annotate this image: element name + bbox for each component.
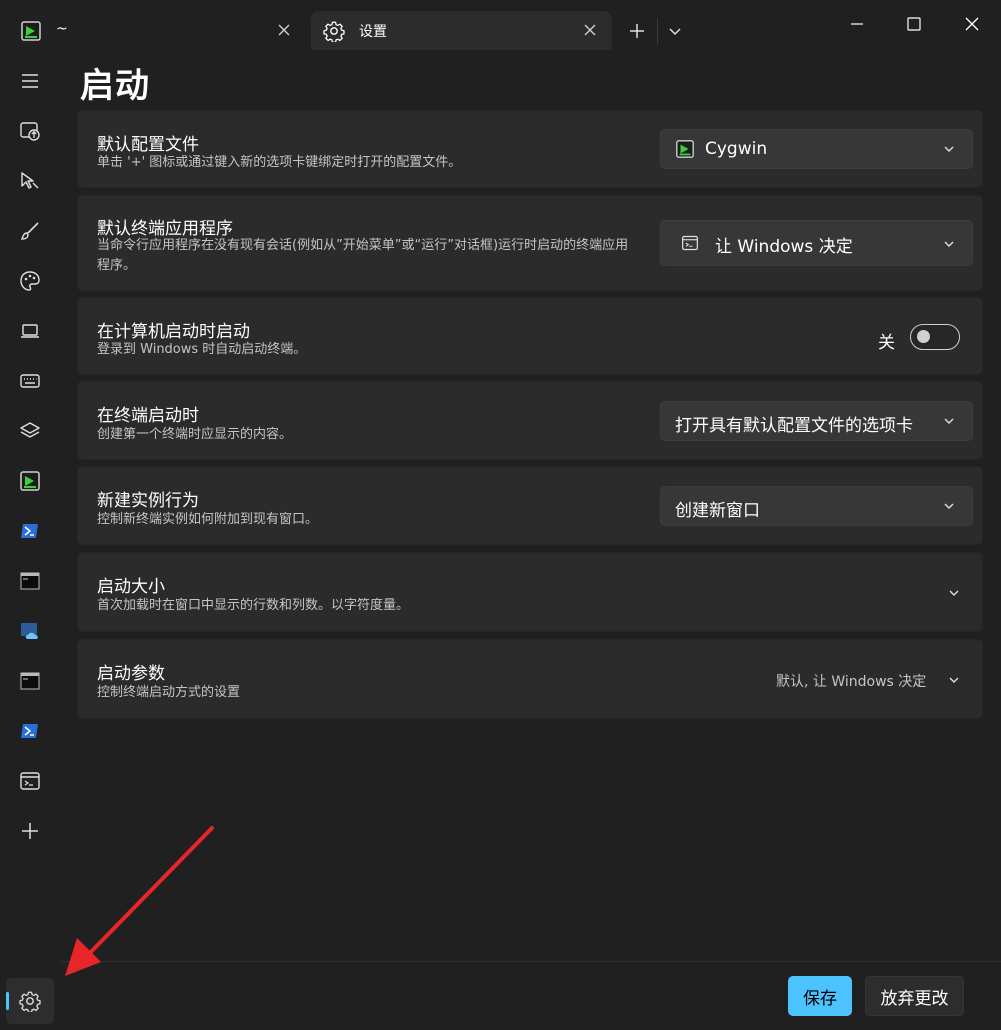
tab-settings[interactable]: 设置 <box>311 11 612 50</box>
setting-launch-parameters[interactable]: 启动参数 控制终端启动方式的设置 默认, 让 Windows 决定 <box>77 639 983 719</box>
setting-description: 首次加载时在窗口中显示的行数和列数。以字符度量。 <box>97 598 410 613</box>
terminal-window-icon <box>682 235 698 251</box>
powershell-icon <box>21 524 38 538</box>
cygwin-terminal-icon <box>676 140 694 158</box>
close-icon[interactable] <box>276 22 292 38</box>
command-prompt-icon <box>20 672 40 690</box>
setting-title: 在终端启动时 <box>97 406 199 426</box>
cygwin-terminal-icon <box>20 471 40 491</box>
setting-default-profile: 默认配置文件 单击 '+' 图标或通过键入新的选项卡键绑定时打开的配置文件。 C… <box>77 110 983 188</box>
nav-profile-cygwin[interactable] <box>6 460 54 502</box>
setting-title: 启动参数 <box>97 664 165 684</box>
dropdown-value: 让 Windows 决定 <box>715 237 853 257</box>
menu-icon <box>22 74 38 88</box>
window-close-icon[interactable] <box>960 12 984 36</box>
annotation-arrow-icon <box>65 826 214 976</box>
cygwin-terminal-icon <box>21 21 41 41</box>
dropdown-value: Cygwin <box>705 139 768 159</box>
startup-window-icon <box>20 122 40 141</box>
close-icon[interactable] <box>582 22 598 38</box>
chevron-down-icon <box>944 418 954 424</box>
gear-icon <box>323 21 345 42</box>
setting-description: 控制新终端实例如何附加到现有窗口。 <box>97 512 319 527</box>
nav-profile-azure-cloud-shell[interactable] <box>6 610 54 652</box>
chevron-down-icon <box>949 677 959 683</box>
hamburger-menu-icon[interactable] <box>6 60 54 102</box>
chevron-down-icon <box>944 503 954 509</box>
on-terminal-start-dropdown[interactable]: 打开具有默认配置文件的选项卡 <box>660 401 973 441</box>
divider <box>657 18 658 44</box>
nav-color-schemes[interactable] <box>6 260 54 302</box>
setting-launch-size[interactable]: 启动大小 首次加载时在窗口中显示的行数和列数。以字符度量。 <box>77 552 983 632</box>
keyboard-icon <box>20 374 40 388</box>
setting-title: 启动大小 <box>97 577 165 597</box>
setting-title: 默认配置文件 <box>97 135 199 155</box>
terminal-window-icon <box>20 772 40 790</box>
nav-profile-powershell-2[interactable] <box>6 710 54 752</box>
launch-on-startup-toggle[interactable] <box>910 324 960 350</box>
tab-title: ~ <box>56 21 68 37</box>
nav-profile-cmd-2[interactable] <box>6 660 54 702</box>
nav-appearance[interactable] <box>6 210 54 252</box>
dropdown-value: 创建新窗口 <box>675 501 760 521</box>
chevron-down-icon <box>944 241 954 247</box>
chevron-down-icon <box>949 590 959 596</box>
minimize-icon[interactable] <box>845 12 869 36</box>
page-title: 启动 <box>80 66 150 106</box>
cursor-click-icon <box>21 172 39 189</box>
setting-title: 新建实例行为 <box>97 491 199 511</box>
nav-profile-cmd-3[interactable] <box>6 760 54 802</box>
paintbrush-icon <box>21 222 39 240</box>
setting-default-terminal: 默认终端应用程序 当命令行应用程序在没有现有会话(例如从”开始菜单”或“运行”对… <box>77 195 983 291</box>
default-profile-dropdown[interactable]: Cygwin <box>660 129 973 169</box>
selection-indicator <box>6 992 9 1010</box>
setting-description: 控制终端启动方式的设置 <box>97 685 241 700</box>
setting-description: 当命令行应用程序在没有现有会话(例如从”开始菜单”或“运行”对话框)运行时启动的… <box>97 238 629 273</box>
tab-cygwin[interactable]: ~ <box>8 11 306 50</box>
plus-icon <box>22 823 38 839</box>
toggle-knob <box>917 330 930 343</box>
setting-new-instance-behavior: 新建实例行为 控制新终端实例如何附加到现有窗口。 创建新窗口 <box>77 466 983 545</box>
setting-description: 创建第一个终端时应显示的内容。 <box>97 427 293 442</box>
nav-rendering[interactable] <box>6 310 54 352</box>
layers-icon <box>20 422 40 438</box>
gear-icon <box>19 991 41 1012</box>
laptop-icon <box>21 324 39 338</box>
setting-title: 在计算机启动时启动 <box>97 322 250 342</box>
add-profile-button[interactable] <box>6 810 54 852</box>
nav-interaction[interactable] <box>6 160 54 202</box>
new-instance-dropdown[interactable]: 创建新窗口 <box>660 486 973 526</box>
title-bar: ~ 设置 <box>0 0 1001 50</box>
nav-profile-powershell[interactable] <box>6 510 54 552</box>
setting-launch-on-startup: 在计算机启动时启动 登录到 Windows 时自动启动终端。 关 <box>77 297 983 375</box>
setting-on-terminal-start: 在终端启动时 创建第一个终端时应显示的内容。 打开具有默认配置文件的选项卡 <box>77 381 983 460</box>
powershell-icon <box>21 724 38 738</box>
azure-cloud-shell-icon <box>21 623 38 639</box>
nav-profile-cmd[interactable] <box>6 560 54 602</box>
dropdown-value: 打开具有默认配置文件的选项卡 <box>675 416 913 436</box>
maximize-icon[interactable] <box>902 12 926 36</box>
palette-icon <box>20 271 40 291</box>
nav-startup[interactable] <box>6 110 54 152</box>
discard-changes-button[interactable]: 放弃更改 <box>865 976 964 1016</box>
new-tab-plus-icon[interactable] <box>624 18 650 44</box>
chevron-down-icon[interactable] <box>664 20 686 42</box>
tab-title: 设置 <box>359 24 387 40</box>
command-prompt-icon <box>20 572 40 590</box>
setting-description: 登录到 Windows 时自动启动终端。 <box>97 342 307 357</box>
toggle-state-label: 关 <box>878 333 895 353</box>
nav-defaults[interactable] <box>6 410 54 452</box>
default-terminal-dropdown[interactable]: 让 Windows 决定 <box>660 220 973 266</box>
save-button[interactable]: 保存 <box>788 976 852 1016</box>
setting-summary: 默认, 让 Windows 决定 <box>776 674 927 690</box>
nav-actions[interactable] <box>6 360 54 402</box>
nav-settings[interactable] <box>6 978 54 1024</box>
chevron-down-icon <box>944 146 954 152</box>
setting-description: 单击 '+' 图标或通过键入新的选项卡键绑定时打开的配置文件。 <box>97 155 462 170</box>
